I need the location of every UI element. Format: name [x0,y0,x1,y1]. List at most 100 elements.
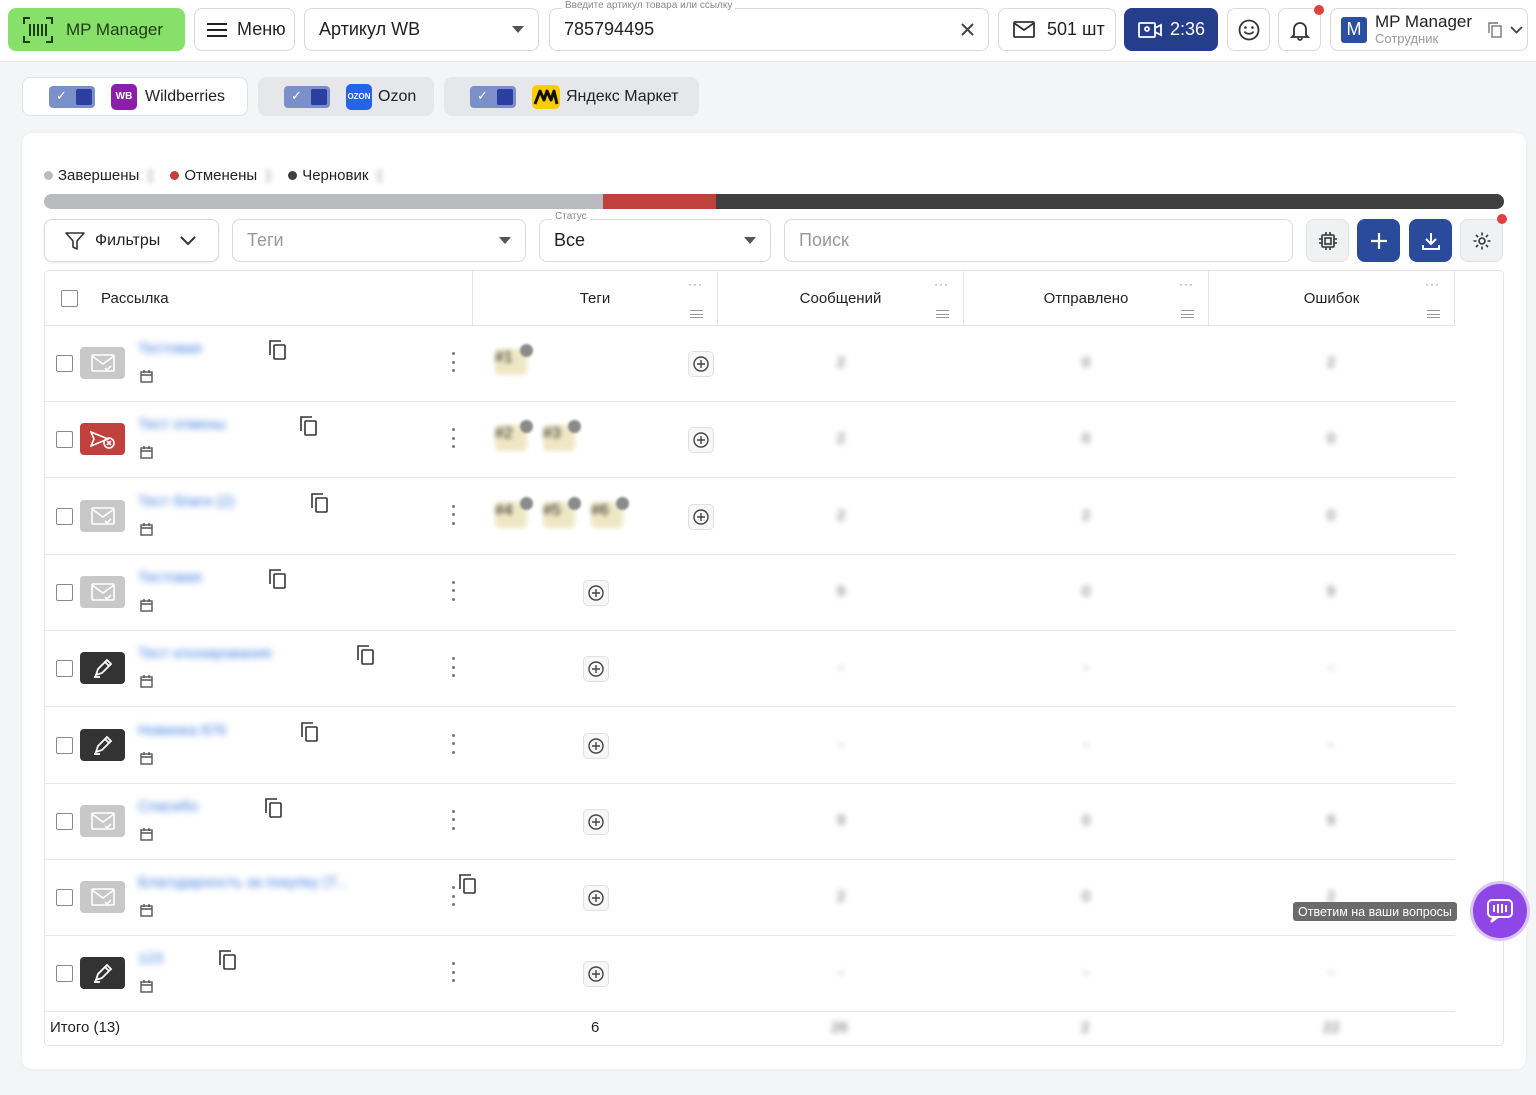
row-menu-icon[interactable] [448,962,458,983]
table-row[interactable]: Тест отмены #2 #3 2 0 0 [45,402,1455,479]
row-checkbox[interactable] [56,660,73,678]
article-type-select[interactable]: Артикул WB [304,8,539,51]
copy-icon[interactable] [459,874,477,894]
table-row[interactable]: Новинка 876 - - - [45,708,1455,784]
column-menu-icon[interactable]: ··· [934,277,949,291]
tag-remove-icon[interactable] [520,344,533,357]
user-menu[interactable]: M MP Manager Сотрудник [1330,8,1528,51]
schedule-button[interactable] [140,370,153,388]
table-row[interactable]: Тестовая 9 0 9 [45,555,1455,631]
copy-icon[interactable] [219,950,237,971]
table-row[interactable]: Благодарность за покупку (Т... 2 0 2 [45,860,1455,937]
add-tag-button[interactable] [583,961,609,988]
copy-icon[interactable] [1488,21,1502,38]
ozon-toggle[interactable] [284,85,330,108]
column-header-messages[interactable]: Сообщений ··· [718,271,964,326]
row-menu-icon[interactable] [448,733,458,754]
schedule-button[interactable] [140,980,153,998]
menu-button[interactable]: Меню [194,8,295,51]
mailing-name[interactable]: Новинка 876 [138,722,226,742]
copy-name-button[interactable] [357,645,375,670]
row-checkbox[interactable] [56,736,73,754]
mailing-name[interactable]: Тест клонирования [138,645,271,665]
table-row[interactable]: Тестовая #1 2 0 2 [45,326,1455,402]
add-tag-button[interactable] [583,808,609,835]
tag-remove-icon[interactable] [568,496,581,510]
video-timer-button[interactable]: 2:36 [1124,8,1218,51]
marketplace-tab-yandex[interactable]: Яндекс Маркет [444,77,699,116]
column-menu-icon[interactable]: ··· [1179,277,1194,291]
row-menu-icon[interactable] [448,352,458,372]
table-row[interactable]: Спасибо 9 0 9 [45,784,1455,860]
row-menu-icon[interactable] [448,428,458,449]
feedback-button[interactable] [1227,8,1270,51]
settings-button[interactable] [1460,214,1507,262]
copy-icon[interactable] [269,340,287,360]
download-button[interactable] [1409,219,1452,262]
column-menu-icon[interactable]: ··· [688,277,703,291]
mailing-name[interactable]: Спасибо [138,798,198,818]
legend-draft[interactable]: Черновик [288,167,384,184]
select-all-checkbox[interactable] [61,290,78,307]
tag-remove-icon[interactable] [520,496,533,510]
legend-cancelled[interactable]: Отменены [170,167,273,184]
schedule-button[interactable] [140,598,153,617]
add-tag-button[interactable] [583,656,609,683]
marketplace-tab-ozon[interactable]: OZON Ozon [258,77,434,116]
schedule-button[interactable] [140,522,153,541]
row-checkbox[interactable] [56,583,73,601]
schedule-button[interactable] [140,675,153,693]
row-menu-icon[interactable] [448,657,458,678]
add-tag-button[interactable] [688,503,714,530]
copy-name-button[interactable] [459,874,477,899]
copy-name-button[interactable] [301,721,319,747]
row-menu-icon[interactable] [448,580,458,601]
add-tag-button[interactable] [688,351,714,377]
copy-name-button[interactable] [269,569,287,594]
table-row[interactable]: Тест благи (2) #4 #5 #6 2 2 0 [45,479,1455,555]
logo-button[interactable]: MP Manager [8,8,185,51]
table-row[interactable]: 123 - - - [45,936,1455,1013]
row-menu-icon[interactable] [448,809,458,830]
row-checkbox[interactable] [56,507,73,525]
columns-settings-button[interactable] [1306,219,1349,262]
copy-icon[interactable] [265,797,283,818]
column-header-tags[interactable]: Теги ··· [473,271,718,326]
filters-button[interactable]: Фильтры [44,219,219,262]
column-menu-icon[interactable]: ··· [1425,277,1440,291]
copy-icon[interactable] [269,569,287,589]
tags-select[interactable]: Теги [232,219,526,262]
row-checkbox[interactable] [56,889,73,907]
row-menu-icon[interactable] [448,504,458,525]
mailing-name[interactable]: Тестовая [138,340,201,360]
legend-completed[interactable]: Завершены [44,167,155,184]
table-row[interactable]: Тест клонирования - - - [45,631,1455,708]
add-tag-button[interactable] [583,732,609,759]
add-tag-button[interactable] [583,885,609,912]
tag-remove-icon[interactable] [616,496,629,510]
chevron-down-icon[interactable] [1510,25,1523,34]
copy-icon[interactable] [311,492,329,513]
mailing-name[interactable]: Благодарность за покупку (Т... [138,874,348,894]
yandex-toggle[interactable] [470,85,516,108]
row-checkbox[interactable] [56,431,73,449]
column-header-mailing[interactable]: Рассылка [45,271,473,326]
article-input[interactable]: Введите артикул товара или ссылку 785794… [549,0,989,51]
schedule-button[interactable] [140,446,153,464]
copy-name-button[interactable] [219,950,237,975]
row-checkbox[interactable] [56,355,73,372]
row-checkbox[interactable] [56,812,73,830]
tag-remove-icon[interactable] [568,420,581,434]
schedule-button[interactable] [140,827,153,846]
search-input[interactable]: Поиск [784,219,1293,262]
schedule-button[interactable] [140,904,153,922]
copy-icon[interactable] [300,416,318,437]
column-drag-icon[interactable] [936,310,949,318]
copy-name-button[interactable] [300,416,318,441]
copy-icon[interactable] [357,645,375,665]
notifications-button[interactable] [1278,5,1324,51]
clear-icon[interactable] [961,23,974,36]
mailing-name[interactable]: 123 [138,950,163,970]
add-tag-button[interactable] [688,427,714,454]
column-header-errors[interactable]: Ошибок ··· [1209,271,1455,326]
